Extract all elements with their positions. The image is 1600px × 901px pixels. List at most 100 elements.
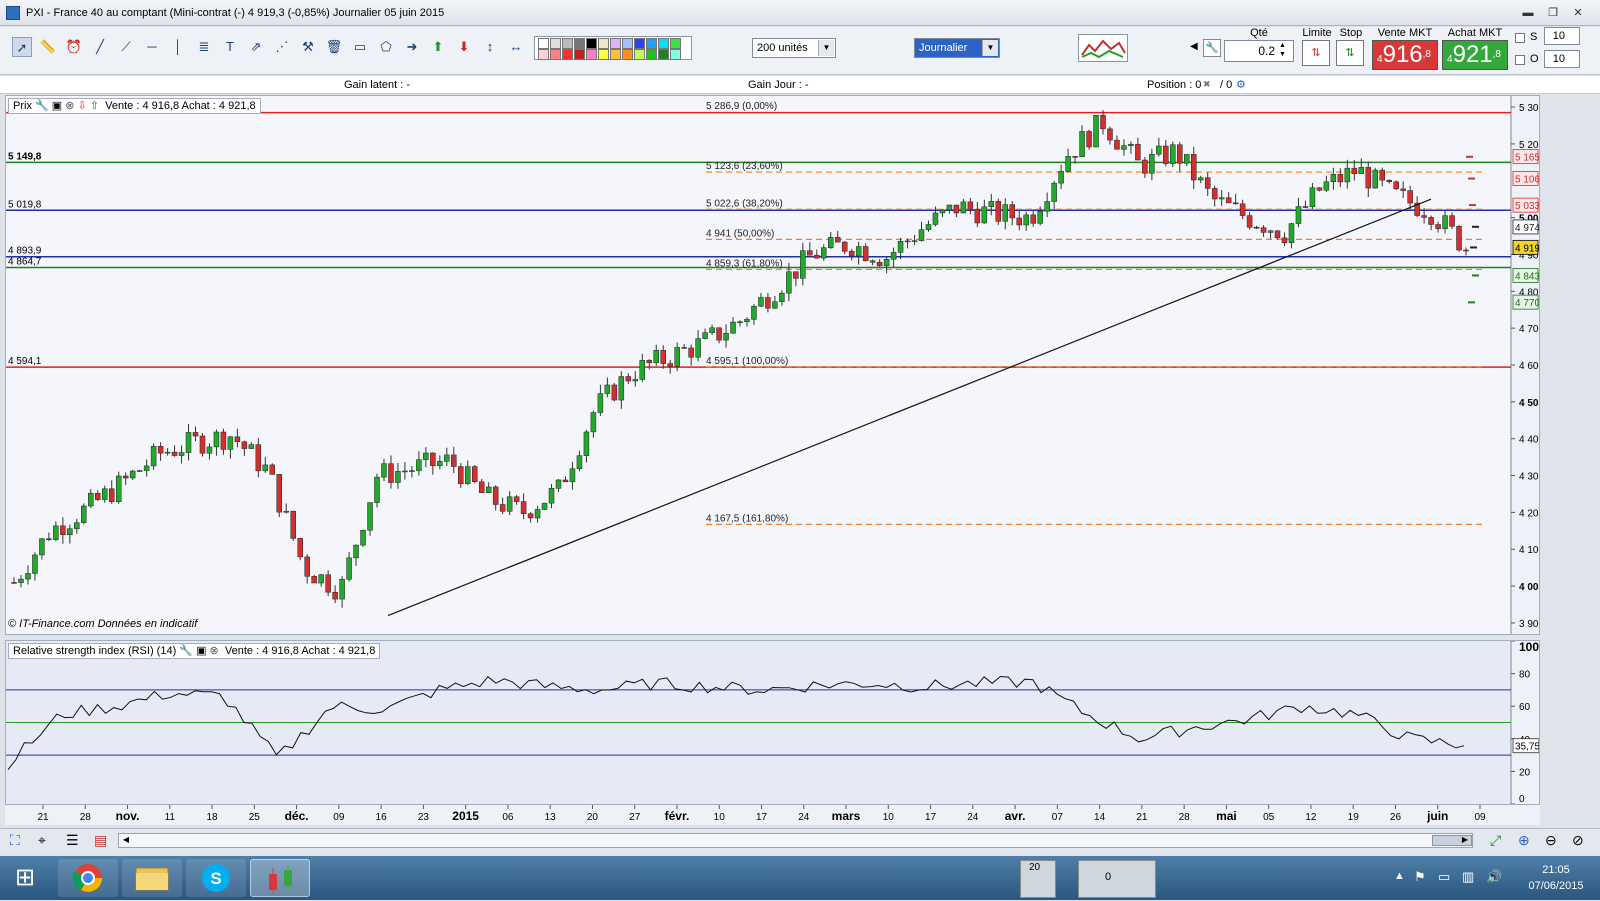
arrow-right-icon[interactable]: ➜: [402, 37, 422, 57]
window-icon[interactable]: ▣: [196, 645, 206, 657]
settings-wrench-icon[interactable]: 🔧: [1203, 39, 1221, 57]
alarm-icon[interactable]: ⏰: [64, 37, 84, 57]
stop-checkbox[interactable]: [1515, 33, 1525, 43]
candlestick: [1421, 215, 1427, 218]
wrench-icon[interactable]: 🔧: [179, 645, 193, 657]
arrow-down-icon[interactable]: ⬇: [454, 37, 474, 57]
flag-icon[interactable]: ⚑: [1414, 869, 1426, 885]
close-icon[interactable]: ✕: [1570, 5, 1586, 21]
candlestick: [471, 466, 478, 483]
chrome-taskbar-button[interactable]: [58, 859, 118, 897]
rsi-panel[interactable]: 10080604020035,757 Relative strength ind…: [5, 640, 1540, 805]
horizontal-line-icon[interactable]: ─: [142, 37, 162, 57]
close-panel-icon[interactable]: ⊗: [65, 100, 74, 112]
buy-market-button[interactable]: 4 921,8: [1442, 40, 1508, 70]
zoom-out-icon[interactable]: ⊖: [1545, 832, 1557, 849]
candlestick: [1072, 156, 1078, 158]
explorer-taskbar-button[interactable]: [122, 859, 182, 897]
scroll-right-icon[interactable]: ▶: [1459, 835, 1471, 846]
rectangle-icon[interactable]: ▭: [350, 37, 370, 57]
list-icon[interactable]: ☰: [66, 832, 79, 849]
candles-icon: [269, 865, 292, 894]
minimize-icon[interactable]: ▬: [1520, 5, 1536, 21]
wrench-icon[interactable]: 🔧: [35, 100, 49, 112]
candlestick: [478, 481, 485, 493]
stop-order-button[interactable]: ⇅: [1336, 40, 1364, 66]
parallel-icon[interactable]: ⋰: [272, 37, 292, 57]
vertical-line-icon[interactable]: │: [168, 37, 188, 57]
zoom-in-icon[interactable]: ⊕: [1518, 832, 1530, 849]
cursor-icon[interactable]: ➚: [12, 37, 32, 57]
candlestick: [1246, 215, 1253, 228]
close-position-icon[interactable]: ✖: [1203, 79, 1211, 90]
candlestick: [46, 538, 52, 540]
horizontal-scrollbar[interactable]: ◀ ▶: [118, 833, 1473, 848]
trash-icon[interactable]: 🗑: [324, 37, 344, 57]
o-input[interactable]: 10: [1544, 50, 1580, 68]
candlestick: [967, 201, 974, 210]
mini-window-2[interactable]: 0: [1078, 860, 1156, 898]
x-tick-label: 23: [418, 812, 430, 823]
polygon-icon[interactable]: ⬠: [376, 37, 396, 57]
ruler-icon[interactable]: 📏: [38, 37, 58, 57]
network-icon[interactable]: ▥: [1462, 869, 1474, 885]
candlestick: [95, 492, 101, 500]
y-tick-label: 4 400: [1519, 435, 1539, 446]
close-panel-icon[interactable]: ⊗: [210, 645, 219, 657]
start-button-icon[interactable]: ⊞: [4, 862, 46, 894]
s-input[interactable]: 10: [1544, 27, 1580, 45]
ray-tool-icon[interactable]: ⟋: [116, 37, 136, 57]
color-palette[interactable]: [534, 36, 692, 60]
trading-app-taskbar-button[interactable]: [250, 859, 310, 897]
candlestick: [1372, 169, 1378, 189]
tray-arrow-icon[interactable]: ▲: [1394, 870, 1405, 882]
channel-icon[interactable]: ⇗: [246, 37, 266, 57]
arrow-up-icon[interactable]: ⬆: [428, 37, 448, 57]
horizontal-range-icon[interactable]: ↔: [506, 37, 526, 57]
units-select[interactable]: 200 unités ▼: [752, 38, 836, 58]
window-icon[interactable]: ▣: [52, 100, 62, 112]
candlestick: [423, 452, 429, 460]
collapse-arrow-icon[interactable]: ◀: [1190, 41, 1198, 52]
skype-taskbar-button[interactable]: S: [186, 859, 246, 897]
candlestick: [1393, 181, 1399, 190]
price-chart-panel[interactable]: 5 2855 149,85 019,84 893,94 864,74 594,1…: [5, 95, 1540, 635]
mini-window-1[interactable]: 20: [1020, 860, 1056, 898]
candlestick: [150, 445, 157, 467]
rsi-canvas[interactable]: 10080604020035,757: [6, 641, 1539, 804]
candlestick: [1100, 115, 1106, 130]
qty-stepper-icon[interactable]: ▲ ▼: [1279, 41, 1286, 59]
indicators-button[interactable]: [1078, 34, 1128, 62]
candlestick: [67, 528, 73, 536]
gear-icon[interactable]: ⚙: [1236, 78, 1246, 91]
restore-icon[interactable]: ❐: [1545, 5, 1561, 21]
period-select[interactable]: Journalier ▼: [914, 38, 1000, 58]
limit-order-button[interactable]: ⇅: [1302, 40, 1330, 66]
auto-scale-icon[interactable]: ⤢: [1490, 832, 1501, 849]
vertical-range-icon[interactable]: ↕: [480, 37, 500, 57]
objective-checkbox[interactable]: [1515, 55, 1525, 65]
scroll-left-icon[interactable]: ◀: [120, 835, 132, 846]
clock-time[interactable]: 21:05: [1520, 864, 1592, 876]
zoom-fit-icon[interactable]: ⛶: [10, 832, 20, 849]
y-tick-label: 5 300: [1519, 103, 1539, 114]
x-tick-label: 25: [249, 812, 261, 823]
text-tool-icon[interactable]: T: [220, 37, 240, 57]
buy-arrow-icon[interactable]: ⇧: [90, 100, 99, 112]
sell-market-button[interactable]: 4 916,8: [1372, 40, 1438, 70]
sell-arrow-icon[interactable]: ⇩: [78, 100, 87, 112]
export-icon[interactable]: ▤: [94, 832, 107, 849]
volume-icon[interactable]: 🔊: [1486, 869, 1502, 885]
tools-icon[interactable]: ⚒: [298, 37, 318, 57]
line-tool-icon[interactable]: ╱: [90, 37, 110, 57]
fibonacci-icon[interactable]: ≣: [194, 37, 214, 57]
crosshair-icon[interactable]: ⌖: [38, 832, 46, 849]
stop-label: Stop: [1339, 27, 1363, 39]
price-chart-canvas[interactable]: 5 2855 149,85 019,84 893,94 864,74 594,1…: [6, 96, 1539, 634]
zoom-reset-icon[interactable]: ⊘: [1572, 832, 1584, 849]
candlestick: [1253, 226, 1260, 229]
candlestick: [604, 384, 611, 394]
candlestick: [374, 476, 380, 503]
clock-date[interactable]: 07/06/2015: [1520, 880, 1592, 892]
display-icon[interactable]: ▭: [1438, 869, 1450, 885]
